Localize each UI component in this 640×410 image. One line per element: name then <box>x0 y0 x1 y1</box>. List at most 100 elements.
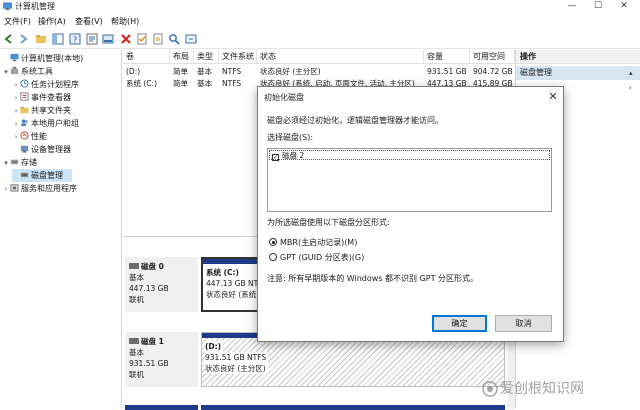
watermark-text: 爱创根知识网 <box>500 381 584 397</box>
partition-c[interactable]: 系统 (C:) 447.13 GB NTFS 状态良好 (系统 <box>201 257 263 312</box>
radio-gpt[interactable]: GPT (GUID 分区表)(G) <box>269 252 364 263</box>
radio-mbr-label: MBR(主启动记录)(M) <box>280 238 358 247</box>
disk-name: 磁盘 0 <box>141 262 164 271</box>
radio-mbr[interactable]: MBR(主启动记录)(M) <box>269 237 357 248</box>
expand-right-icon[interactable]: › <box>629 84 632 92</box>
column-header-capacity[interactable]: 容量 <box>424 50 470 64</box>
partition-detail: 447.13 GB NTFS <box>206 279 263 288</box>
console-tree-icon[interactable] <box>51 32 65 46</box>
disk-list-item[interactable]: ✓ 磁盘 2 <box>269 150 550 161</box>
disk-view-icon[interactable] <box>101 32 115 46</box>
computer-management-icon <box>3 2 12 11</box>
column-header-type[interactable]: 类型 <box>194 50 219 64</box>
tree-item-device-manager[interactable]: 设备管理器 <box>12 143 71 156</box>
tree-item-label: 性能 <box>31 132 47 141</box>
tree-item-storage[interactable]: ▾ 存储 <box>2 156 37 169</box>
dialog-title: 初始化磁盘 <box>264 93 304 102</box>
tree-item-label: 计算机管理(本地) <box>21 54 84 63</box>
partition-label: 系统 (C:) <box>206 268 239 277</box>
console-tree: 计算机管理(本地) ▾ 系统工具 › 任务计划程序 › 事件查看器 › 共享文件夹 › 本… <box>0 50 122 409</box>
column-header-layout[interactable]: 布局 <box>170 50 194 64</box>
tree-item-shared-folders[interactable]: › 共享文件夹 <box>12 104 71 117</box>
radio-gpt-label: GPT (GUID 分区表)(G) <box>280 253 365 262</box>
tree-item-label: 存储 <box>21 158 37 167</box>
gpt-note-text: 注意: 所有早期版本的 Windows 都不识别 GPT 分区形式。 <box>267 274 479 283</box>
event-icon <box>20 92 29 101</box>
tools-icon <box>10 66 19 75</box>
services-icon <box>10 184 19 192</box>
tree-item-local-users[interactable]: › 本地用户和组 <box>12 117 79 130</box>
partition-label: (D:) <box>205 341 224 352</box>
tree-item-system-tools[interactable]: ▾ 系统工具 <box>2 65 53 78</box>
partition-style-label: 为所选磁盘使用以下磁盘分区形式: <box>267 218 390 227</box>
disk-drive-icon <box>129 263 139 269</box>
tree-item-computer-management[interactable]: 计算机管理(本地) <box>2 52 83 65</box>
radio-button[interactable] <box>269 253 277 261</box>
disk-0-info[interactable]: 磁盘 0 基本 447.13 GB 联机 <box>125 257 198 312</box>
performance-icon <box>20 131 29 140</box>
export-icon[interactable] <box>151 32 165 46</box>
column-header-filesystem[interactable]: 文件系统 <box>219 50 257 64</box>
back-arrow-icon[interactable] <box>2 32 16 46</box>
disk-listbox[interactable]: ✓ 磁盘 2 <box>267 148 552 212</box>
ok-button[interactable]: 确定 <box>432 315 487 332</box>
disk-checkbox[interactable]: ✓ <box>272 154 279 161</box>
disk-item-label: 磁盘 2 <box>282 151 305 160</box>
disk-type: 基本 <box>129 348 144 357</box>
partition-status: 状态良好 (主分区) <box>205 363 268 374</box>
help-icon[interactable]: ? <box>68 32 82 46</box>
tree-item-event-viewer[interactable]: › 事件查看器 <box>12 91 71 104</box>
disk-size: 931.51 GB <box>129 359 169 368</box>
column-header-free-space[interactable]: 可用空间 <box>470 50 515 64</box>
partition-detail: 931.51 GB NTFS <box>205 352 269 363</box>
tree-item-label: 系统工具 <box>21 67 53 76</box>
maximize-button[interactable]: ☐ <box>585 0 611 13</box>
forward-arrow-icon[interactable] <box>16 32 30 46</box>
select-disk-label: 选择磁盘(S): <box>267 133 314 142</box>
minimize-button[interactable]: — <box>559 0 585 13</box>
initialize-disk-dialog: 初始化磁盘 ✕ 磁盘必须经过初始化，逻辑磁盘管理器才能访问。 选择磁盘(S): … <box>257 86 564 342</box>
search-icon[interactable] <box>167 32 181 46</box>
device-icon <box>20 145 29 153</box>
menu-view[interactable]: 查看(V) <box>75 16 103 27</box>
cancel-button[interactable]: 取消 <box>495 315 552 332</box>
tree-item-label: 任务计划程序 <box>31 80 79 89</box>
delete-icon[interactable] <box>119 32 133 46</box>
folder-icon <box>20 106 29 114</box>
close-window-button[interactable]: ✕ <box>611 0 637 13</box>
storage-icon <box>10 159 19 165</box>
tree-item-label: 服务和应用程序 <box>21 184 77 193</box>
disk-2-partition-strip <box>201 405 505 410</box>
column-header-status[interactable]: 状态 <box>257 50 424 64</box>
disk-2-strip <box>125 405 198 410</box>
disk-status: 联机 <box>129 295 144 304</box>
properties-icon[interactable] <box>85 32 99 46</box>
collapse-up-icon[interactable]: ▴ <box>629 69 633 77</box>
toolbar: ? <box>0 29 640 49</box>
tree-item-label: 本地用户和组 <box>31 119 79 128</box>
computer-icon <box>10 53 19 62</box>
tree-item-services-apps[interactable]: › 服务和应用程序 <box>2 182 77 195</box>
table-row[interactable]: (D:) 简单 基本 NTFS 状态良好 (主分区) 931.51 GB 904… <box>123 66 515 78</box>
menu-action[interactable]: 操作(A) <box>38 16 66 27</box>
tree-item-performance[interactable]: › 性能 <box>12 130 47 143</box>
window-title: 计算机管理 <box>15 2 55 11</box>
watermark-logo-icon <box>482 381 498 397</box>
users-icon <box>21 119 28 127</box>
column-header-volume[interactable]: 卷 <box>123 50 170 64</box>
svg-text:?: ? <box>73 36 77 45</box>
radio-button-selected[interactable] <box>269 238 277 246</box>
up-folder-icon[interactable] <box>34 32 48 46</box>
checkmark-icon[interactable] <box>135 32 149 46</box>
menu-file[interactable]: 文件(F) <box>4 16 31 27</box>
menu-help[interactable]: 帮助(H) <box>111 16 139 27</box>
actions-item-disk-management[interactable]: 磁盘管理 <box>516 66 640 80</box>
disk-type: 基本 <box>129 273 144 282</box>
tree-item-task-scheduler[interactable]: › 任务计划程序 <box>12 78 79 91</box>
tree-item-label: 磁盘管理 <box>31 171 63 180</box>
refresh-icon[interactable] <box>184 32 198 46</box>
disk-1-info[interactable]: 磁盘 1 基本 931.51 GB 联机 <box>125 332 198 387</box>
dialog-close-icon[interactable]: ✕ <box>545 89 561 105</box>
tree-item-disk-management[interactable]: 磁盘管理 <box>12 169 72 182</box>
disk-status: 联机 <box>129 370 144 379</box>
